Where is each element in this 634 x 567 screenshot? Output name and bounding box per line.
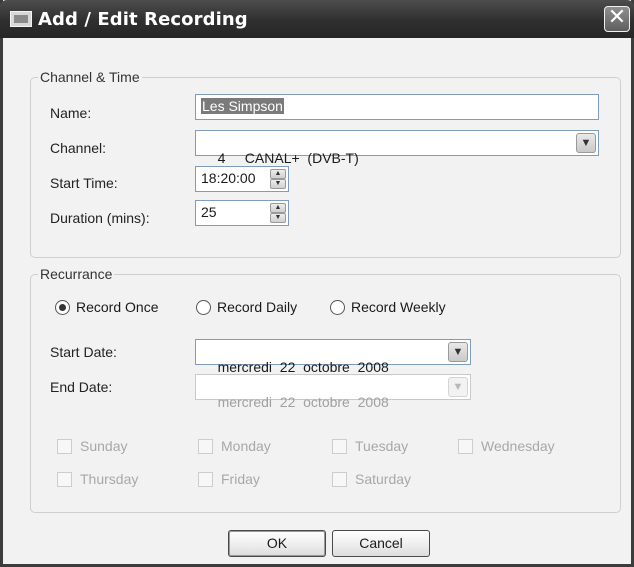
end-date-label: End Date: — [50, 379, 113, 395]
start-time-spin-buttons: ▲ ▼ — [270, 169, 286, 189]
start-date-picker[interactable]: mercredi 22 octobre 2008 ▼ — [195, 339, 471, 375]
triangle-down-icon[interactable]: ▼ — [270, 213, 286, 223]
chevron-down-icon[interactable]: ▼ — [576, 133, 596, 153]
radio-unchecked-icon — [330, 299, 345, 315]
duration-spin-buttons: ▲ ▼ — [270, 203, 286, 223]
channel-select[interactable]: 4 CANAL+ (DVB-T) ▼ — [195, 130, 599, 166]
radio-record-once[interactable]: Record Once — [55, 297, 158, 317]
chevron-down-icon: ▼ — [448, 377, 468, 397]
start-date-value: mercredi 22 octobre 2008 — [217, 359, 389, 375]
start-date-label: Start Date: — [50, 344, 117, 360]
day-label: Saturday — [355, 471, 412, 487]
triangle-up-icon[interactable]: ▲ — [270, 169, 286, 179]
checkbox-saturday: Saturday — [332, 469, 411, 489]
duration-stepper[interactable]: 25 ▲ ▼ — [195, 200, 289, 226]
radio-label: Record Daily — [217, 299, 298, 315]
day-label: Tuesday — [355, 438, 409, 454]
radio-label: Record Once — [76, 299, 159, 315]
close-icon: ✕ — [607, 5, 627, 30]
checkbox-icon — [332, 438, 347, 454]
channel-time-legend: Channel & Time — [38, 69, 142, 85]
duration-value: 25 — [201, 204, 217, 220]
checkbox-icon — [57, 471, 72, 487]
tv-icon — [10, 11, 32, 27]
checkbox-tuesday: Tuesday — [332, 436, 408, 456]
radio-record-weekly[interactable]: Record Weekly — [330, 297, 446, 317]
checkbox-icon — [458, 438, 473, 454]
checkbox-thursday: Thursday — [57, 469, 138, 489]
checkbox-icon — [198, 438, 213, 454]
recurrence-legend: Recurrance — [38, 266, 115, 282]
checkbox-icon — [57, 438, 72, 454]
triangle-down-icon[interactable]: ▼ — [270, 179, 286, 189]
checkbox-friday: Friday — [198, 469, 260, 489]
end-date-picker: mercredi 22 octobre 2008 ▼ — [195, 374, 471, 410]
start-time-value: 18:20:00 — [201, 170, 256, 186]
name-label: Name: — [50, 105, 92, 121]
day-label: Wednesday — [481, 438, 555, 454]
checkbox-wednesday: Wednesday — [458, 436, 555, 456]
name-value: Les Simpson — [201, 98, 284, 114]
start-time-stepper[interactable]: 18:20:00 ▲ ▼ — [195, 166, 289, 192]
close-button[interactable]: ✕ — [604, 6, 630, 32]
triangle-up-icon[interactable]: ▲ — [270, 203, 286, 213]
cancel-button[interactable]: Cancel — [332, 530, 430, 557]
radio-label: Record Weekly — [351, 299, 446, 315]
radio-unchecked-icon — [196, 299, 211, 315]
checkbox-sunday: Sunday — [57, 436, 127, 456]
checkbox-icon — [332, 471, 347, 487]
radio-record-daily[interactable]: Record Daily — [196, 297, 297, 317]
start-time-label: Start Time: — [50, 175, 118, 191]
day-label: Friday — [221, 471, 260, 487]
end-date-value: mercredi 22 octobre 2008 — [217, 394, 389, 410]
chevron-down-icon[interactable]: ▼ — [448, 342, 468, 362]
dialog-window: Add / Edit Recording ✕ Channel & Time Na… — [0, 0, 634, 567]
checkbox-icon — [198, 471, 213, 487]
window-title: Add / Edit Recording — [38, 9, 248, 30]
checkbox-monday: Monday — [198, 436, 271, 456]
channel-label: Channel: — [50, 140, 107, 156]
ok-button[interactable]: OK — [228, 530, 326, 557]
name-field[interactable]: Les Simpson — [195, 94, 599, 120]
title-bar[interactable]: Add / Edit Recording ✕ — [0, 0, 634, 38]
duration-label: Duration (mins): — [50, 210, 150, 226]
channel-value: 4 CANAL+ (DVB-T) — [217, 150, 359, 166]
day-label: Sunday — [80, 438, 128, 454]
radio-checked-icon — [55, 299, 70, 315]
day-label: Monday — [221, 438, 271, 454]
day-label: Thursday — [80, 471, 139, 487]
